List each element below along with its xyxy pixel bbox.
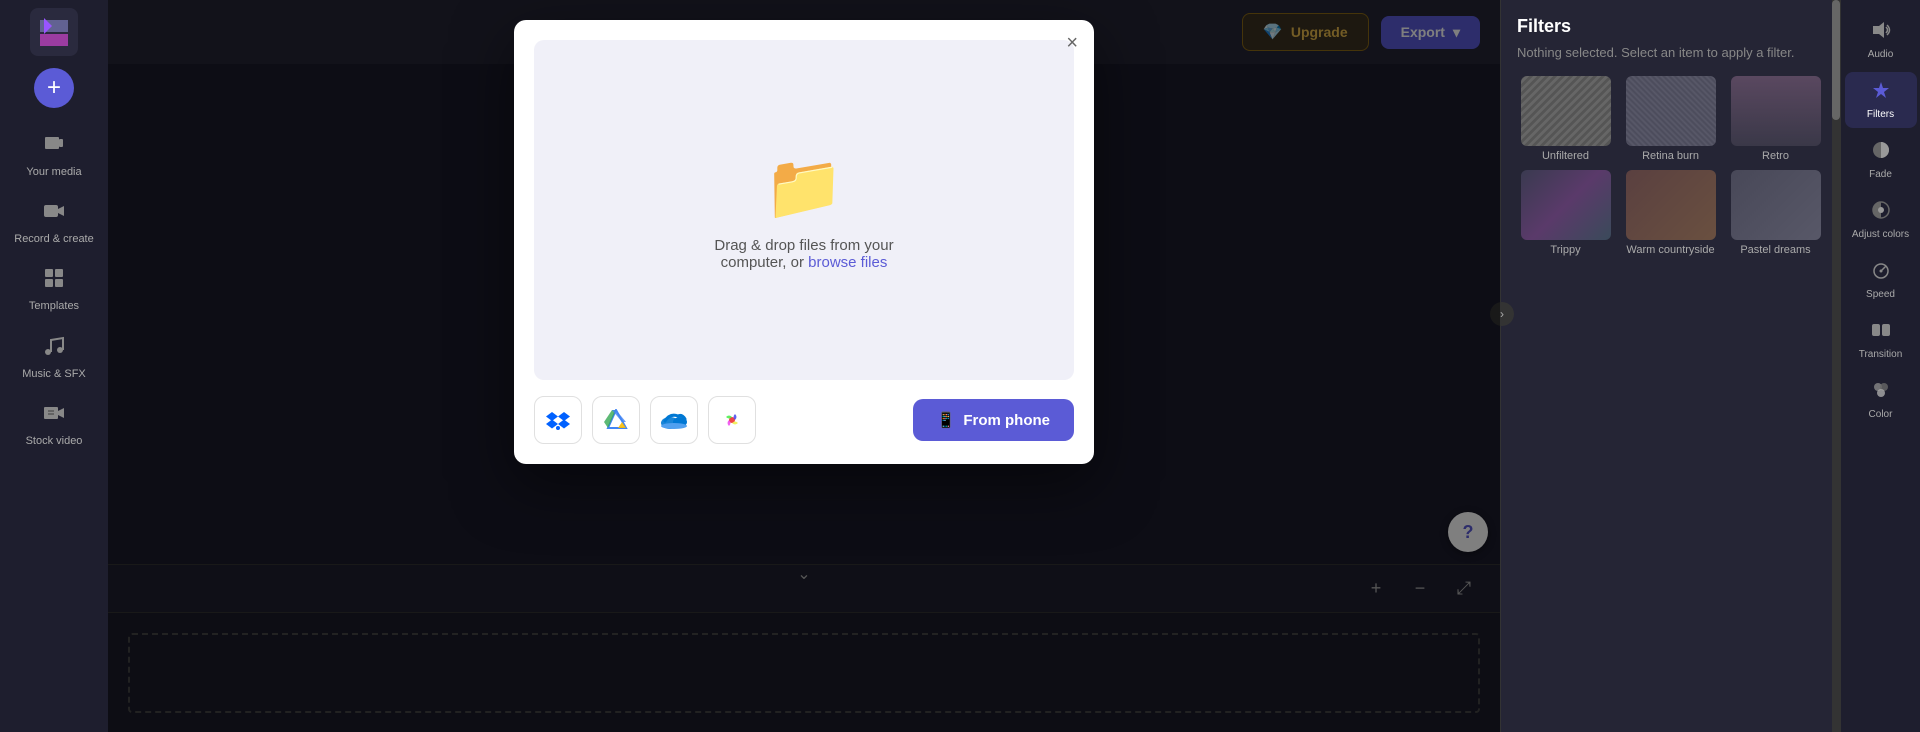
new-project-button[interactable]: + — [34, 68, 74, 108]
filters-grid: Unfiltered Retina burn Retro Trippy Warm… — [1517, 76, 1824, 256]
record-create-icon — [42, 199, 66, 229]
filter-label-warm-countryside: Warm countryside — [1626, 244, 1714, 256]
right-tool-transition[interactable]: Transition — [1845, 312, 1917, 368]
right-tool-filters[interactable]: Filters — [1845, 72, 1917, 128]
templates-icon — [42, 266, 66, 296]
speed-icon — [1871, 260, 1891, 285]
sidebar-item-your-media-label: Your media — [26, 166, 81, 179]
stock-video-icon — [42, 401, 66, 431]
from-phone-label: From phone — [963, 412, 1050, 429]
right-tool-adjust-colors[interactable]: Adjust colors — [1845, 192, 1917, 248]
filters-panel: Filters Nothing selected. Select an item… — [1500, 0, 1840, 732]
scrollbar-track — [1832, 0, 1840, 732]
filters-subtitle: Nothing selected. Select an item to appl… — [1517, 45, 1824, 60]
filter-retro[interactable]: Retro — [1727, 76, 1824, 162]
fade-icon — [1871, 140, 1891, 165]
right-tools: Audio Filters Fade Adjust colors — [1840, 0, 1920, 732]
app-logo[interactable] — [30, 8, 78, 56]
your-media-icon — [42, 132, 66, 162]
filter-label-pastel-dreams: Pastel dreams — [1740, 244, 1810, 256]
filter-thumb-pastel-dreams — [1731, 170, 1821, 240]
filter-trippy[interactable]: Trippy — [1517, 170, 1614, 256]
right-tool-color[interactable]: Color — [1845, 372, 1917, 428]
folder-icon: 📁 — [764, 150, 844, 225]
phone-icon: 📱 — [937, 411, 956, 429]
sidebar-item-music-sfx-label: Music & SFX — [22, 368, 86, 381]
filter-label-retro: Retro — [1762, 150, 1789, 162]
sidebar-item-templates-label: Templates — [29, 300, 79, 313]
drop-zone[interactable]: 📁 Drag & drop files from yourcomputer, o… — [534, 40, 1074, 380]
right-tool-audio[interactable]: Audio — [1845, 12, 1917, 68]
right-tool-speed[interactable]: Speed — [1845, 252, 1917, 308]
right-tool-speed-label: Speed — [1866, 289, 1895, 300]
filter-thumb-trippy — [1521, 170, 1611, 240]
sidebar-item-record-create-label: Record & create — [14, 233, 93, 246]
from-phone-button[interactable]: 📱 From phone — [913, 399, 1074, 441]
adjust-colors-icon — [1871, 200, 1891, 225]
browse-files-link[interactable]: browse files — [808, 254, 887, 271]
filter-label-trippy: Trippy — [1550, 244, 1580, 256]
sidebar-item-record-create[interactable]: Record & create — [9, 191, 99, 254]
plus-icon: + — [47, 76, 61, 100]
audio-icon — [1871, 20, 1891, 45]
filters-title: Filters — [1517, 16, 1824, 37]
right-tool-fade[interactable]: Fade — [1845, 132, 1917, 188]
google-drive-button[interactable] — [592, 396, 640, 444]
right-tool-color-label: Color — [1869, 409, 1893, 420]
sidebar-item-music-sfx[interactable]: Music & SFX — [9, 326, 99, 389]
filter-thumb-warm-countryside — [1626, 170, 1716, 240]
filter-label-retina-burn: Retina burn — [1642, 150, 1699, 162]
cloud-icons — [534, 396, 901, 444]
onedrive-button[interactable] — [650, 396, 698, 444]
transition-icon — [1871, 320, 1891, 345]
filter-label-unfiltered: Unfiltered — [1542, 150, 1589, 162]
dropbox-button[interactable] — [534, 396, 582, 444]
filter-warm-countryside[interactable]: Warm countryside — [1622, 170, 1719, 256]
right-tool-adjust-colors-label: Adjust colors — [1852, 229, 1909, 240]
upload-modal-overlay[interactable]: × 📁 Drag & drop files from yourcomputer,… — [108, 0, 1500, 732]
pinwheel-button[interactable] — [708, 396, 756, 444]
upload-modal: × 📁 Drag & drop files from yourcomputer,… — [514, 20, 1094, 464]
color-icon — [1871, 380, 1891, 405]
right-tool-fade-label: Fade — [1869, 169, 1892, 180]
scrollbar-thumb[interactable] — [1832, 0, 1840, 120]
filter-unfiltered[interactable]: Unfiltered — [1517, 76, 1614, 162]
sidebar-item-stock-video[interactable]: Stock video — [9, 393, 99, 456]
right-tool-filters-label: Filters — [1867, 109, 1894, 120]
sidebar-item-your-media[interactable]: Your media — [9, 124, 99, 187]
filter-thumb-retina-burn — [1626, 76, 1716, 146]
sidebar-item-templates[interactable]: Templates — [9, 258, 99, 321]
main-area: 💎 Upgrade Export ▾ 16:9 ⤡ › ⌄ ? + − ⤢ × — [108, 0, 1500, 732]
modal-close-button[interactable]: × — [1066, 32, 1078, 55]
filter-thumb-retro — [1731, 76, 1821, 146]
modal-bottom: 📱 From phone — [534, 396, 1074, 444]
left-sidebar: + Your media Record & create — [0, 0, 108, 732]
filters-tool-icon — [1871, 80, 1891, 105]
right-tool-transition-label: Transition — [1859, 349, 1903, 360]
filter-thumb-unfiltered — [1521, 76, 1611, 146]
filter-retina-burn[interactable]: Retina burn — [1622, 76, 1719, 162]
right-tool-audio-label: Audio — [1868, 49, 1894, 60]
filter-pastel-dreams[interactable]: Pastel dreams — [1727, 170, 1824, 256]
drop-text: Drag & drop files from yourcomputer, or … — [714, 237, 893, 271]
music-sfx-icon — [42, 334, 66, 364]
sidebar-item-stock-video-label: Stock video — [26, 435, 83, 448]
